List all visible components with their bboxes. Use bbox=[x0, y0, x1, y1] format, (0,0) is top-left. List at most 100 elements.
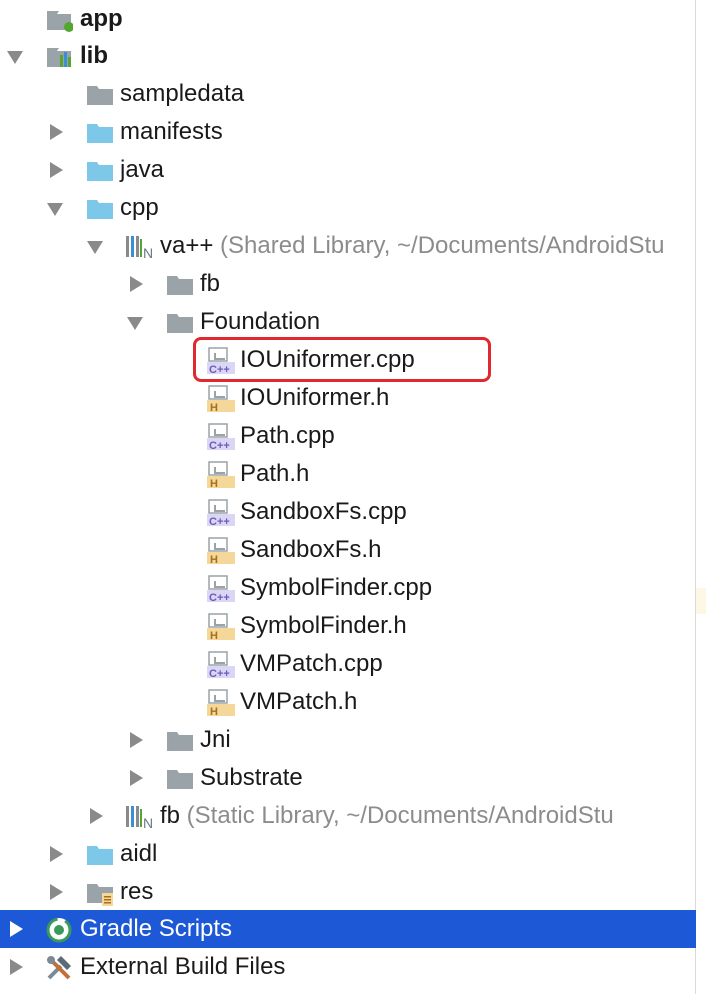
tree-item-gradle-scripts[interactable]: Gradle Scripts bbox=[0, 910, 696, 948]
collapse-arrow-icon[interactable] bbox=[130, 276, 143, 292]
library-module-icon bbox=[45, 43, 73, 69]
folder-icon bbox=[86, 81, 114, 107]
collapse-arrow-icon[interactable] bbox=[50, 124, 63, 140]
tree-item-fb-folder[interactable]: fb bbox=[0, 265, 706, 303]
svg-text:H: H bbox=[210, 478, 218, 489]
resource-folder-icon bbox=[86, 879, 114, 906]
folder-icon bbox=[166, 309, 194, 335]
tree-item-label: Substrate bbox=[200, 764, 303, 791]
collapse-arrow-icon[interactable] bbox=[50, 884, 63, 900]
folder-icon bbox=[166, 765, 194, 791]
cpp-file-icon: C++ bbox=[206, 575, 235, 604]
tree-item-label: IOUniformer.h bbox=[240, 384, 390, 411]
tree-item-label: Foundation bbox=[200, 308, 321, 335]
tree-item-manifests[interactable]: manifests bbox=[0, 113, 706, 151]
folder-icon bbox=[86, 195, 114, 221]
folder-icon bbox=[86, 119, 114, 145]
folder-icon bbox=[86, 157, 114, 183]
cpp-file-icon: C++ bbox=[206, 651, 235, 680]
svg-text:H: H bbox=[210, 630, 218, 641]
svg-text:N: N bbox=[143, 815, 153, 829]
tree-item-label: Path.cpp bbox=[240, 422, 335, 449]
tree-item-label: SymbolFinder.h bbox=[240, 612, 407, 639]
tree-item-file[interactable]: H IOUniformer.h bbox=[0, 379, 706, 417]
tree-item-label: fb bbox=[200, 270, 221, 297]
tree-item-file[interactable]: H SymbolFinder.h bbox=[0, 607, 706, 645]
tree-item-sampledata[interactable]: sampledata bbox=[0, 75, 706, 113]
tree-item-foundation[interactable]: Foundation bbox=[0, 303, 706, 341]
tree-item-label: SymbolFinder.cpp bbox=[240, 574, 433, 601]
svg-text:H: H bbox=[210, 706, 218, 717]
tree-item-lib[interactable]: lib bbox=[0, 37, 706, 75]
tree-item-app[interactable]: app bbox=[0, 0, 706, 38]
cpp-file-icon: C++ bbox=[206, 499, 235, 528]
tree-item-fb-static-library[interactable]: N fb (Static Library, ~/Documents/Androi… bbox=[0, 797, 706, 835]
header-file-icon: H bbox=[206, 461, 235, 490]
collapse-arrow-icon[interactable] bbox=[50, 846, 63, 862]
gradle-icon bbox=[45, 916, 73, 943]
tree-item-label: sampledata bbox=[120, 80, 245, 107]
tree-item-label: res bbox=[120, 878, 154, 905]
svg-text:N: N bbox=[143, 245, 153, 259]
tree-item-label: SandboxFs.h bbox=[240, 536, 382, 563]
expand-arrow-icon[interactable] bbox=[47, 203, 63, 216]
tree-item-aidl[interactable]: aidl bbox=[0, 835, 706, 873]
expand-arrow-icon[interactable] bbox=[7, 51, 23, 64]
module-icon bbox=[45, 6, 74, 32]
tree-item-file[interactable]: C++ SandboxFs.cpp bbox=[0, 493, 706, 531]
tree-item-label: cpp bbox=[120, 194, 159, 221]
tree-item-label: va++ (Shared Library, ~/Documents/Androi… bbox=[160, 232, 665, 259]
tree-item-file[interactable]: H Path.h bbox=[0, 455, 706, 493]
collapse-arrow-icon[interactable] bbox=[10, 921, 23, 937]
collapse-arrow-icon[interactable] bbox=[50, 162, 63, 178]
expand-arrow-icon[interactable] bbox=[127, 317, 143, 330]
tree-item-label: Jni bbox=[200, 726, 231, 753]
collapse-arrow-icon[interactable] bbox=[10, 959, 23, 975]
tree-item-label: External Build Files bbox=[80, 953, 286, 980]
tree-item-file[interactable]: H VMPatch.h bbox=[0, 683, 706, 721]
header-file-icon: H bbox=[206, 613, 235, 642]
tree-item-label: app bbox=[80, 5, 123, 32]
tree-item-label: VMPatch.h bbox=[240, 688, 358, 715]
folder-icon bbox=[166, 271, 194, 297]
svg-text:C++: C++ bbox=[209, 440, 230, 451]
svg-text:C++: C++ bbox=[209, 668, 230, 679]
header-file-icon: H bbox=[206, 689, 235, 718]
svg-text:C++: C++ bbox=[209, 592, 230, 603]
tree-item-label: manifests bbox=[120, 118, 223, 145]
tree-item-label: java bbox=[120, 156, 165, 183]
tree-item-va-shared-library[interactable]: N va++ (Shared Library, ~/Documents/Andr… bbox=[0, 227, 706, 265]
tree-item-res[interactable]: res bbox=[0, 873, 706, 911]
svg-text:C++: C++ bbox=[209, 516, 230, 527]
collapse-arrow-icon[interactable] bbox=[90, 808, 103, 824]
tree-item-cpp[interactable]: cpp bbox=[0, 189, 706, 227]
tree-item-label: Path.h bbox=[240, 460, 310, 487]
tree-item-java[interactable]: java bbox=[0, 151, 706, 189]
expand-arrow-icon[interactable] bbox=[87, 241, 103, 254]
tree-item-jni[interactable]: Jni bbox=[0, 721, 706, 759]
tree-item-label: aidl bbox=[120, 840, 158, 867]
svg-text:H: H bbox=[210, 402, 218, 413]
tree-item-label: fb (Static Library, ~/Documents/AndroidS… bbox=[160, 802, 614, 829]
tree-item-label: Gradle Scripts bbox=[80, 915, 233, 942]
cpp-file-icon: C++ bbox=[206, 423, 235, 452]
folder-icon bbox=[166, 727, 194, 753]
tools-icon bbox=[45, 954, 73, 980]
tree-item-label: lib bbox=[80, 42, 108, 69]
folder-icon bbox=[86, 841, 114, 867]
native-library-icon: N bbox=[125, 803, 153, 831]
tree-item-label: VMPatch.cpp bbox=[240, 650, 383, 677]
native-library-icon: N bbox=[125, 233, 153, 261]
tree-item-file[interactable]: C++ VMPatch.cpp bbox=[0, 645, 706, 683]
tree-item-substrate[interactable]: Substrate bbox=[0, 759, 706, 797]
collapse-arrow-icon[interactable] bbox=[130, 732, 143, 748]
highlight-box bbox=[193, 337, 491, 382]
tree-item-label: SandboxFs.cpp bbox=[240, 498, 407, 525]
svg-text:H: H bbox=[210, 554, 218, 565]
collapse-arrow-icon[interactable] bbox=[130, 770, 143, 786]
header-file-icon: H bbox=[206, 537, 235, 566]
tree-item-file[interactable]: H SandboxFs.h bbox=[0, 531, 706, 569]
tree-item-file[interactable]: C++ Path.cpp bbox=[0, 417, 706, 455]
tree-item-external-build-files[interactable]: External Build Files bbox=[0, 948, 706, 986]
tree-item-file[interactable]: C++ SymbolFinder.cpp bbox=[0, 569, 706, 607]
